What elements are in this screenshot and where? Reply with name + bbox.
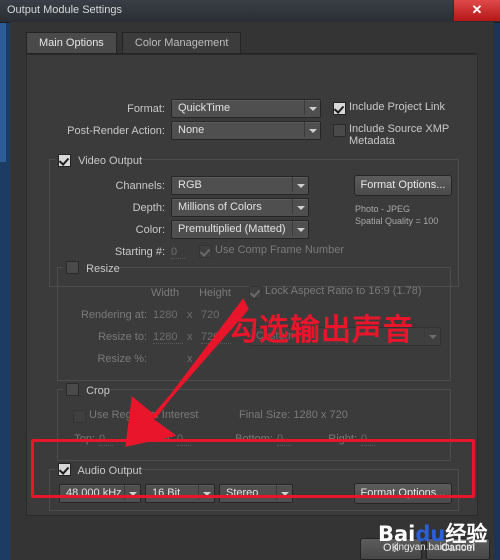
crop-top-label: Top:: [74, 433, 95, 445]
video-output-checkbox[interactable]: [58, 154, 71, 167]
channels-dropdown[interactable]: RGB: [171, 176, 309, 195]
include-project-link-checkbox[interactable]: [333, 102, 346, 115]
codec-info-line2: Spatial Quality = 100: [355, 216, 439, 226]
chevron-down-icon: [424, 328, 440, 343]
resize-label: Resize: [86, 263, 120, 275]
tab-color-management[interactable]: Color Management: [121, 32, 242, 53]
include-xmp-checkbox[interactable]: [333, 124, 346, 137]
chevron-down-icon: [304, 122, 320, 137]
depth-dropdown[interactable]: Millions of Colors: [171, 198, 309, 217]
audio-channels-value: Stereo: [226, 487, 259, 499]
output-module-settings-dialog: Main Options Color Management Format: Qu…: [10, 22, 494, 560]
starting-number-label: Starting #:: [114, 246, 165, 258]
audio-channels-dropdown[interactable]: Stereo: [219, 484, 293, 503]
depth-value: Millions of Colors: [178, 201, 262, 213]
audio-sample-rate-value: 48.000 kHz: [66, 487, 122, 499]
video-output-group-header: Video Output: [55, 153, 143, 167]
watermark-url: jingyan.baidu.com: [394, 542, 475, 553]
crop-right-label: Right:: [328, 433, 357, 445]
tab-main-options[interactable]: Main Options: [26, 32, 117, 53]
resize-group-header: Resize: [63, 261, 120, 275]
audio-bit-depth-value: 16 Bit: [152, 487, 181, 499]
window-title: Output Module Settings: [7, 4, 122, 16]
close-icon[interactable]: ✕: [453, 0, 500, 21]
use-comp-frame-number-label: Use Comp Frame Number: [215, 244, 344, 256]
channels-value: RGB: [178, 179, 202, 191]
chevron-down-icon: [292, 177, 308, 192]
post-render-action-label: Post-Render Action:: [67, 125, 165, 137]
window-titlebar[interactable]: Output Module Settings ✕: [0, 0, 500, 23]
audio-format-options-button[interactable]: Format Options...: [354, 483, 452, 504]
lock-aspect-ratio-label: Lock Aspect Ratio to 16:9 (1.78): [265, 285, 422, 297]
color-dropdown[interactable]: Premultiplied (Matted): [171, 220, 309, 239]
post-render-action-dropdown[interactable]: None: [171, 121, 321, 140]
watermark: Baidu经验 jingyan.baidu.com: [378, 518, 490, 554]
chevron-down-icon: [198, 485, 214, 500]
use-region-of-interest-checkbox[interactable]: [73, 410, 86, 423]
tab-bar: Main Options Color Management: [26, 32, 476, 54]
format-dropdown[interactable]: QuickTime: [171, 99, 321, 118]
annotation-text: 勾选输出声音: [228, 313, 414, 348]
crop-right-field[interactable]: 0: [361, 433, 375, 446]
audio-output-checkbox[interactable]: [58, 463, 71, 476]
video-output-label: Video Output: [78, 155, 143, 167]
chevron-down-icon: [304, 100, 320, 115]
audio-bit-depth-dropdown[interactable]: 16 Bit: [145, 484, 215, 503]
include-project-link-label: Include Project Link: [349, 101, 445, 113]
desktop-background-left-accent: [0, 22, 6, 162]
chevron-down-icon: [124, 485, 140, 500]
chevron-down-icon: [276, 485, 292, 500]
color-label: Color:: [135, 224, 165, 236]
starting-number-field[interactable]: 0: [171, 246, 185, 259]
crop-checkbox[interactable]: [66, 383, 79, 396]
audio-output-label: Audio Output: [77, 465, 142, 477]
format-label: Format:: [127, 103, 165, 115]
audio-sample-rate-dropdown[interactable]: 48.000 kHz: [59, 484, 141, 503]
chevron-down-icon: [292, 221, 308, 236]
format-value: QuickTime: [178, 102, 231, 114]
chevron-down-icon: [292, 199, 308, 214]
codec-info-line1: Photo - JPEG: [355, 204, 411, 214]
depth-label: Depth:: [132, 202, 165, 214]
crop-bottom-field[interactable]: 0: [277, 433, 291, 446]
desktop-background-right: [494, 22, 500, 560]
final-size-label: Final Size: 1280 x 720: [239, 409, 348, 421]
resize-checkbox[interactable]: [66, 261, 79, 274]
post-render-action-value: None: [178, 124, 205, 136]
channels-label: Channels:: [115, 180, 165, 192]
color-value: Premultiplied (Matted): [178, 223, 286, 235]
include-xmp-label: Include Source XMP Metadata: [349, 123, 450, 147]
video-format-options-button[interactable]: Format Options...: [354, 175, 452, 196]
use-comp-frame-number-checkbox[interactable]: [199, 245, 212, 258]
